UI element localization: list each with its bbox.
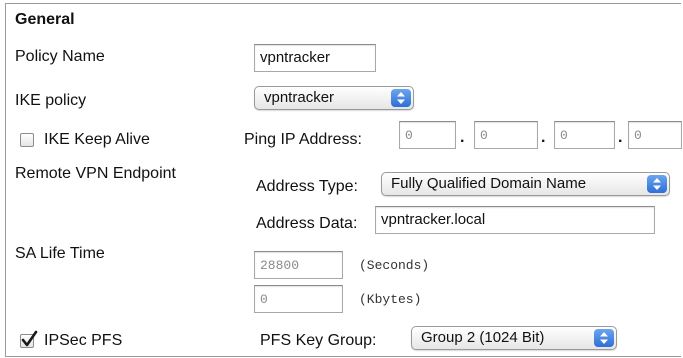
ike-policy-label: IKE policy [15, 92, 87, 109]
policy-name-label: Policy Name [15, 48, 105, 65]
seconds-unit-label: (Seconds) [359, 258, 430, 273]
address-data-input[interactable]: vpntracker.local [375, 206, 655, 234]
select-stepper-icon [594, 329, 614, 347]
sa-life-time-label: SA Life Time [15, 245, 105, 262]
kbytes-unit-label: (Kbytes) [359, 292, 422, 307]
ping-ip-label: Ping IP Address: [244, 131, 362, 148]
policy-name-input[interactable]: vpntracker [254, 44, 376, 72]
ping-ip-octet-2[interactable]: 0 [474, 121, 538, 149]
remote-vpn-endpoint-label: Remote VPN Endpoint [15, 165, 176, 182]
address-data-label: Address Data: [256, 215, 358, 232]
ping-ip-octet-3[interactable]: 0 [554, 121, 615, 149]
ping-ip-octet-1[interactable]: 0 [399, 121, 456, 149]
ike-keep-alive-checkbox[interactable] [20, 133, 34, 147]
pfs-key-group-label: PFS Key Group: [260, 332, 377, 349]
section-title: General [15, 11, 75, 28]
ip-separator: . [618, 129, 623, 146]
ping-ip-octet-4[interactable]: 0 [628, 121, 682, 149]
ike-keep-alive-label: IKE Keep Alive [44, 131, 150, 148]
address-type-selected-value: Fully Qualified Domain Name [391, 175, 587, 192]
ike-policy-selected-value: vpntracker [264, 89, 335, 106]
general-panel: General Policy Name vpntracker IKE polic… [5, 3, 682, 357]
checkmark-icon [21, 330, 38, 347]
ipsec-pfs-checkbox[interactable] [20, 330, 38, 348]
pfs-key-group-selected-value: Group 2 (1024 Bit) [421, 329, 545, 346]
address-type-label: Address Type: [256, 178, 358, 195]
select-stepper-icon [391, 89, 411, 107]
ip-separator: . [460, 129, 465, 146]
ip-separator: . [541, 129, 546, 146]
sa-life-seconds-input[interactable]: 28800 [254, 251, 343, 279]
ike-policy-select[interactable]: vpntracker [254, 86, 414, 110]
sa-life-kbytes-input[interactable]: 0 [254, 285, 343, 313]
address-type-select[interactable]: Fully Qualified Domain Name [381, 172, 670, 196]
pfs-key-group-select[interactable]: Group 2 (1024 Bit) [411, 326, 617, 350]
select-stepper-icon [647, 175, 667, 193]
ipsec-pfs-label: IPSec PFS [44, 332, 123, 349]
